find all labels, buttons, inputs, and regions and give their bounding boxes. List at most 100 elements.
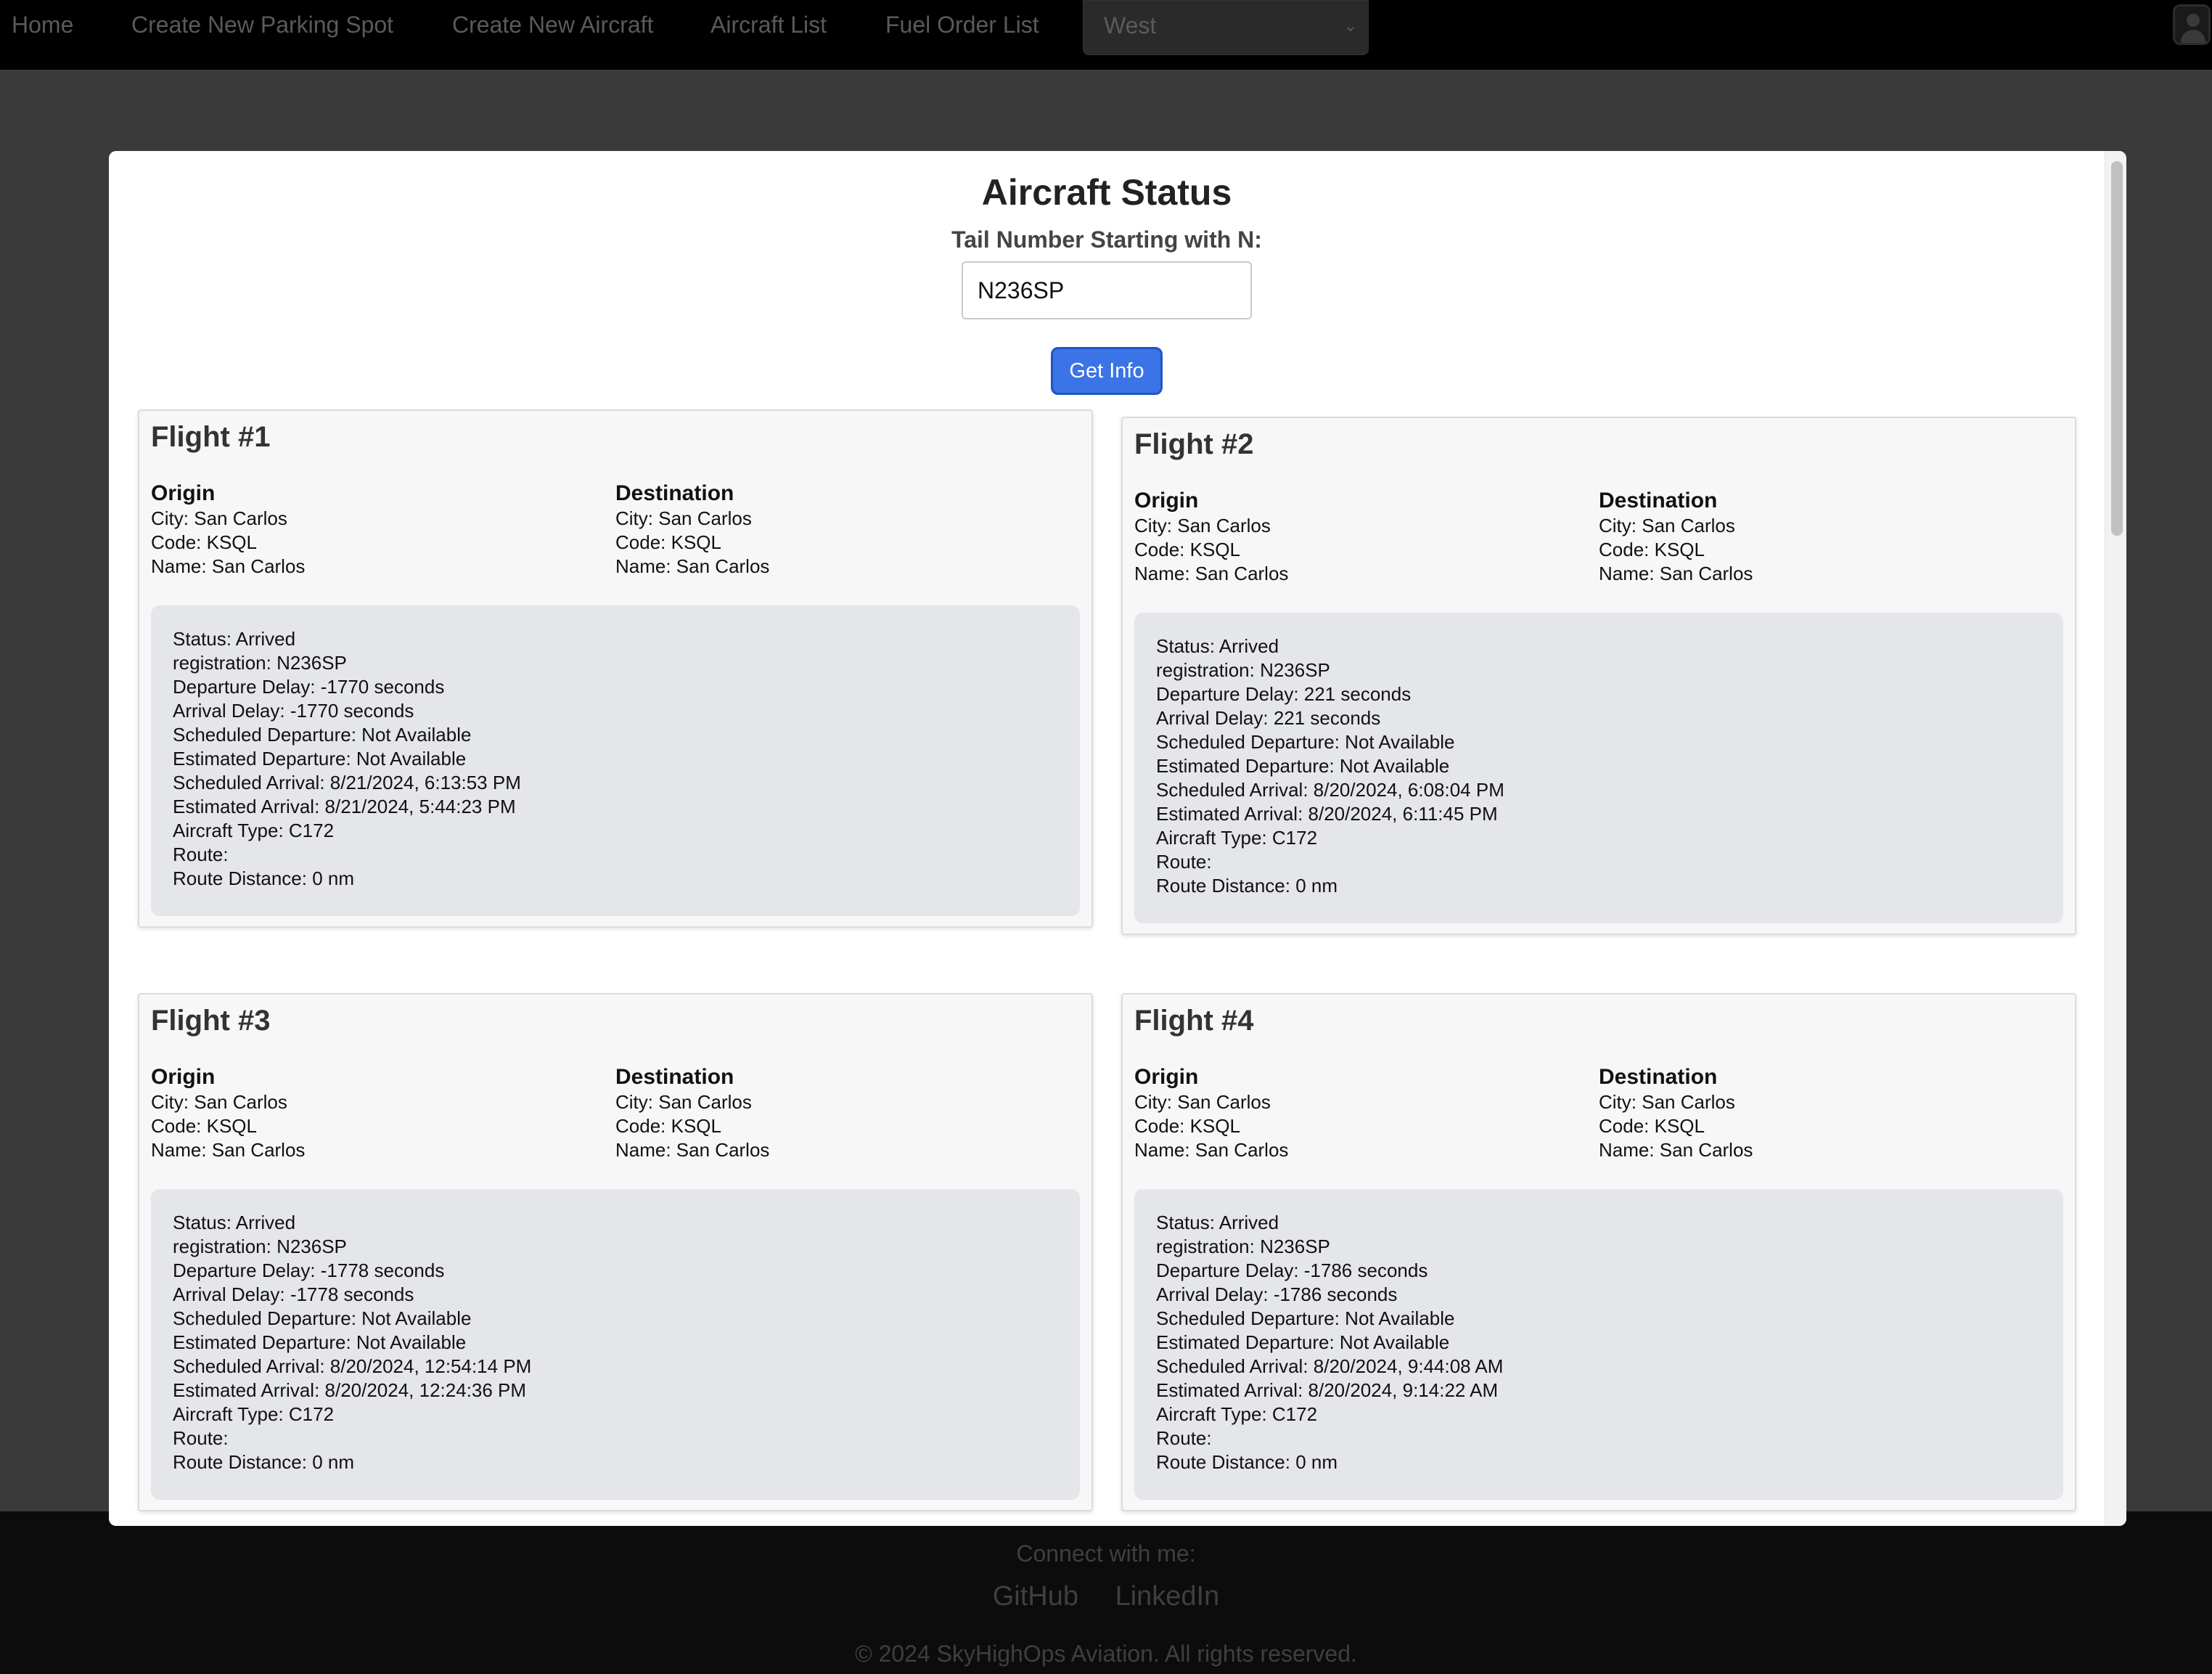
- status-text: Status: Arrived: [173, 1212, 296, 1233]
- flight-title: Flight #1: [151, 421, 271, 453]
- modal-scrollbar-thumb[interactable]: [2111, 161, 2123, 536]
- destination-city: City: San Carlos: [1599, 1091, 1735, 1113]
- registration-text: registration: N236SP: [1156, 1236, 1330, 1257]
- flight-details: Status: Arrived registration: N236SP Dep…: [151, 605, 1080, 916]
- nav-fuel-order-list-link[interactable]: Fuel Order List: [885, 13, 1039, 36]
- route-text: Route:: [173, 844, 229, 865]
- destination-section: Destination City: San Carlos Code: KSQL …: [615, 481, 769, 579]
- chevron-down-icon: ⌄: [1343, 16, 1358, 36]
- region-select[interactable]: West ⌄: [1083, 0, 1369, 55]
- account-icon[interactable]: [2173, 4, 2211, 45]
- scheduled-departure-text: Scheduled Departure: Not Available: [173, 724, 472, 746]
- route-text: Route:: [1156, 851, 1212, 873]
- estimated-arrival-text: Estimated Arrival: 8/20/2024, 12:24:36 P…: [173, 1379, 527, 1401]
- estimated-departure-text: Estimated Departure: Not Available: [1156, 1331, 1450, 1353]
- scheduled-departure-text: Scheduled Departure: Not Available: [173, 1307, 472, 1329]
- destination-city: City: San Carlos: [615, 507, 752, 529]
- flight-title: Flight #3: [151, 1005, 271, 1037]
- origin-name: Name: San Carlos: [151, 1139, 306, 1161]
- flight-card: Flight #1 Origin City: San Carlos Code: …: [138, 409, 1093, 928]
- scheduled-departure-text: Scheduled Departure: Not Available: [1156, 1307, 1455, 1329]
- origin-heading: Origin: [151, 1065, 216, 1089]
- arrival-delay-text: Arrival Delay: -1770 seconds: [173, 700, 414, 722]
- footer-connect-text: Connect with me:: [1016, 1540, 1196, 1567]
- nav-create-aircraft-link[interactable]: Create New Aircraft: [452, 13, 653, 36]
- flight-card: Flight #4 Origin City: San Carlos Code: …: [1121, 993, 2076, 1511]
- footer-copyright: © 2024 SkyHighOps Aviation. All rights r…: [855, 1641, 1357, 1667]
- estimated-departure-text: Estimated Departure: Not Available: [1156, 755, 1450, 777]
- flight-details: Status: Arrived registration: N236SP Dep…: [1134, 613, 2063, 923]
- destination-city: City: San Carlos: [615, 1091, 752, 1113]
- arrival-delay-text: Arrival Delay: 221 seconds: [1156, 707, 1381, 729]
- scheduled-arrival-text: Scheduled Arrival: 8/20/2024, 9:44:08 AM: [1156, 1355, 1504, 1377]
- route-text: Route:: [173, 1427, 229, 1449]
- flight-title: Flight #4: [1134, 1005, 1254, 1037]
- registration-text: registration: N236SP: [173, 652, 347, 674]
- footer-linkedin-link[interactable]: LinkedIn: [1115, 1581, 1220, 1612]
- destination-heading: Destination: [1599, 1065, 1718, 1089]
- destination-code: Code: KSQL: [615, 531, 721, 553]
- nav-aircraft-list-link[interactable]: Aircraft List: [710, 13, 827, 36]
- flight-card: Flight #2 Origin City: San Carlos Code: …: [1121, 417, 2076, 935]
- origin-city: City: San Carlos: [151, 507, 287, 529]
- status-text: Status: Arrived: [1156, 1212, 1279, 1233]
- modal-title: Aircraft Status: [981, 172, 1232, 213]
- tail-number-label: Tail Number Starting with N:: [951, 226, 1262, 253]
- arrival-delay-text: Arrival Delay: -1778 seconds: [173, 1283, 414, 1305]
- origin-heading: Origin: [1134, 489, 1199, 513]
- origin-name: Name: San Carlos: [151, 555, 306, 577]
- scheduled-arrival-text: Scheduled Arrival: 8/20/2024, 12:54:14 P…: [173, 1355, 532, 1377]
- nav-home-link[interactable]: Home: [12, 13, 73, 36]
- scheduled-departure-text: Scheduled Departure: Not Available: [1156, 731, 1455, 753]
- destination-heading: Destination: [615, 481, 734, 505]
- aircraft-status-modal: Aircraft Status Tail Number Starting wit…: [109, 151, 2126, 1526]
- footer-github-link[interactable]: GitHub: [993, 1581, 1078, 1612]
- get-info-button[interactable]: Get Info: [1051, 347, 1163, 395]
- aircraft-type-text: Aircraft Type: C172: [1156, 1403, 1318, 1425]
- destination-name: Name: San Carlos: [615, 1139, 770, 1161]
- origin-city: City: San Carlos: [151, 1091, 287, 1113]
- destination-city: City: San Carlos: [1599, 515, 1735, 536]
- nav-create-parking-spot-link[interactable]: Create New Parking Spot: [131, 13, 393, 36]
- aircraft-type-text: Aircraft Type: C172: [173, 820, 335, 841]
- origin-heading: Origin: [1134, 1065, 1199, 1089]
- tail-number-input[interactable]: [962, 261, 1252, 319]
- destination-heading: Destination: [615, 1065, 734, 1089]
- destination-name: Name: San Carlos: [1599, 1139, 1753, 1161]
- aircraft-type-text: Aircraft Type: C172: [1156, 827, 1318, 849]
- destination-section: Destination City: San Carlos Code: KSQL …: [615, 1064, 769, 1162]
- status-text: Status: Arrived: [1156, 635, 1279, 657]
- destination-code: Code: KSQL: [1599, 539, 1705, 560]
- origin-name: Name: San Carlos: [1134, 1139, 1289, 1161]
- status-text: Status: Arrived: [173, 628, 296, 650]
- destination-code: Code: KSQL: [1599, 1115, 1705, 1137]
- origin-code: Code: KSQL: [151, 1115, 257, 1137]
- destination-name: Name: San Carlos: [1599, 563, 1753, 584]
- destination-name: Name: San Carlos: [615, 555, 770, 577]
- departure-delay-text: Departure Delay: -1786 seconds: [1156, 1259, 1428, 1281]
- registration-text: registration: N236SP: [173, 1236, 347, 1257]
- destination-section: Destination City: San Carlos Code: KSQL …: [1599, 1064, 1753, 1162]
- origin-code: Code: KSQL: [1134, 1115, 1240, 1137]
- registration-text: registration: N236SP: [1156, 659, 1330, 681]
- scheduled-arrival-text: Scheduled Arrival: 8/21/2024, 6:13:53 PM: [173, 772, 521, 793]
- scheduled-arrival-text: Scheduled Arrival: 8/20/2024, 6:08:04 PM: [1156, 779, 1504, 801]
- top-navbar: Home Create New Parking Spot Create New …: [0, 0, 2212, 70]
- route-text: Route:: [1156, 1427, 1212, 1449]
- origin-section: Origin City: San Carlos Code: KSQL Name:…: [151, 1064, 305, 1162]
- route-distance-text: Route Distance: 0 nm: [1156, 875, 1338, 897]
- origin-heading: Origin: [151, 481, 216, 505]
- flight-title: Flight #2: [1134, 428, 1254, 460]
- route-distance-text: Route Distance: 0 nm: [173, 1451, 355, 1473]
- aircraft-type-text: Aircraft Type: C172: [173, 1403, 335, 1425]
- route-distance-text: Route Distance: 0 nm: [173, 867, 355, 889]
- origin-code: Code: KSQL: [151, 531, 257, 553]
- departure-delay-text: Departure Delay: -1770 seconds: [173, 676, 445, 698]
- origin-section: Origin City: San Carlos Code: KSQL Name:…: [151, 481, 305, 579]
- page-footer: Connect with me: GitHub LinkedIn © 2024 …: [0, 1511, 2212, 1674]
- modal-scrollbar[interactable]: [2105, 151, 2126, 1526]
- origin-city: City: San Carlos: [1134, 515, 1271, 536]
- flight-details: Status: Arrived registration: N236SP Dep…: [151, 1189, 1080, 1500]
- estimated-arrival-text: Estimated Arrival: 8/20/2024, 9:14:22 AM: [1156, 1379, 1499, 1401]
- arrival-delay-text: Arrival Delay: -1786 seconds: [1156, 1283, 1398, 1305]
